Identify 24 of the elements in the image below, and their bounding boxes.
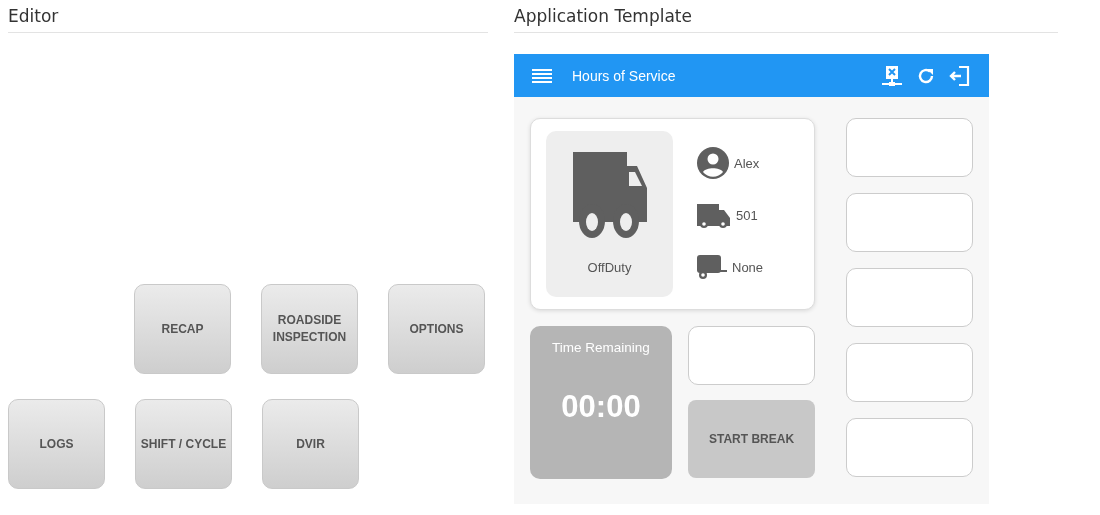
timer-label: Time Remaining <box>552 340 650 355</box>
app-title: Hours of Service <box>572 67 676 84</box>
menu-tile[interactable]: SHIFT / CYCLE <box>135 399 232 489</box>
menu-tile[interactable]: RECAP <box>134 284 231 374</box>
menu-tile[interactable]: LOGS <box>8 399 105 489</box>
section-heading: Application Template <box>514 6 1058 33</box>
truck-icon <box>697 202 731 228</box>
detail-label: Alex <box>734 155 760 171</box>
detail-label: None <box>732 259 764 275</box>
network-error-icon[interactable] <box>881 64 903 87</box>
section-heading: Editor <box>8 6 488 33</box>
status-label: OffDuty <box>587 260 632 275</box>
menu-tile[interactable]: OPTIONS <box>388 284 485 374</box>
refresh-icon[interactable] <box>917 66 935 85</box>
start-break-button[interactable]: START BREAK <box>688 400 815 478</box>
truck-icon <box>572 152 647 238</box>
detail-label: 501 <box>736 207 758 223</box>
trailer-icon <box>697 255 727 279</box>
timer-value: 00:00 <box>561 389 641 425</box>
menu-tile[interactable]: DVIR <box>262 399 359 489</box>
logout-icon[interactable] <box>949 64 971 87</box>
menu-icon[interactable] <box>532 67 552 84</box>
menu-tile[interactable]: ROADSIDE INSPECTION <box>261 284 358 374</box>
user-icon <box>697 147 729 179</box>
